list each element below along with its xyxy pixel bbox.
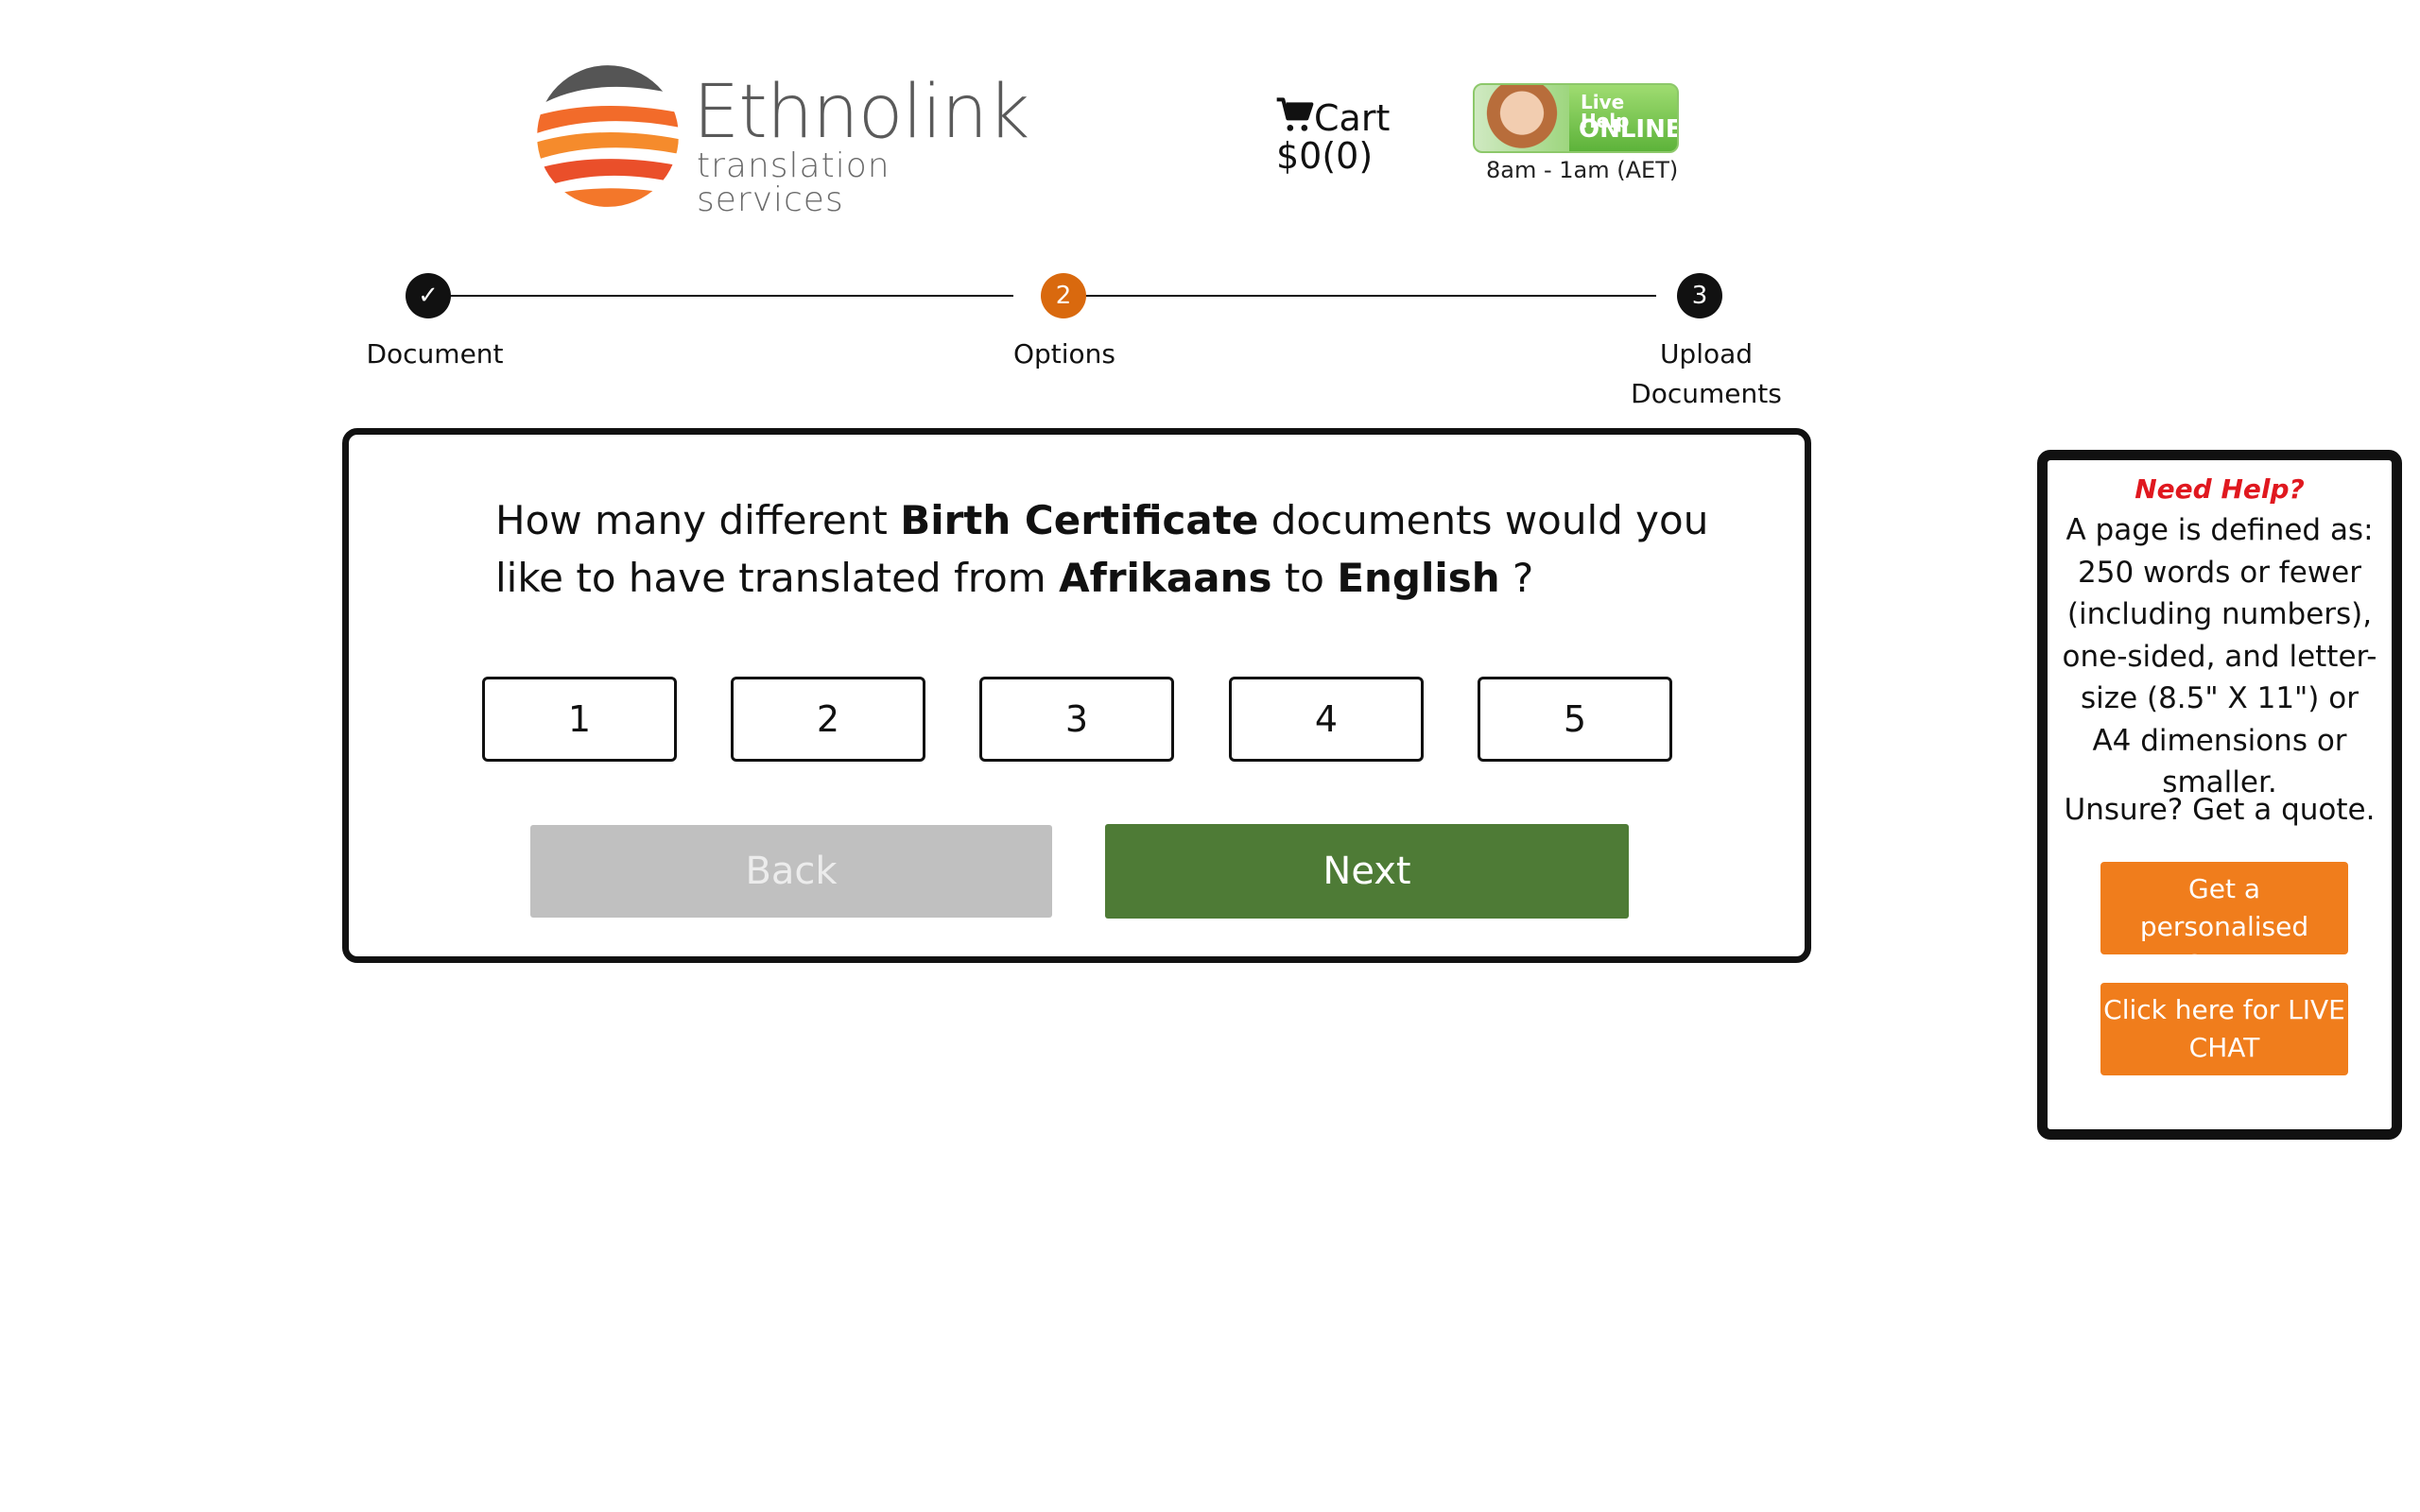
cart-link[interactable]: Cart $0(0) <box>1274 96 1407 181</box>
choice-button-2[interactable]: 2 <box>731 677 925 762</box>
choice-button-4[interactable]: 4 <box>1229 677 1424 762</box>
document-type: Birth Certificate <box>900 497 1259 543</box>
source-language: Afrikaans <box>1059 555 1272 601</box>
support-agent-avatar-icon <box>1475 85 1569 151</box>
shopping-cart-icon <box>1276 97 1314 131</box>
question-suffix: ? <box>1499 555 1534 601</box>
choice-button-3[interactable]: 3 <box>979 677 1174 762</box>
step-3-indicator: 3 <box>1677 273 1722 318</box>
site-logo[interactable]: Ethnolink translation services <box>534 62 1029 219</box>
step-3-label: Upload Documents <box>1631 338 1782 409</box>
question-text: How many different Birth Certificate doc… <box>495 491 1781 607</box>
step-1-label: Document <box>366 338 504 369</box>
brand-tagline: translation services <box>697 146 890 219</box>
help-panel: Need Help? A page is defined as: 250 wor… <box>2037 450 2402 1140</box>
live-help-widget[interactable]: Live Help ONLINE 8am - 1am (AET) <box>1473 83 1681 187</box>
ethnolink-logo-icon <box>537 65 679 207</box>
step-2-indicator: 2 <box>1041 273 1086 318</box>
choice-button-1[interactable]: 1 <box>482 677 677 762</box>
question-card: How many different Birth Certificate doc… <box>342 428 1811 963</box>
progress-stepper: ✓ 2 3 Document Options Upload Documents <box>359 268 1796 429</box>
cart-label: Cart <box>1314 97 1391 139</box>
live-help-badge[interactable]: Live Help ONLINE <box>1473 83 1679 153</box>
step-1-indicator: ✓ <box>406 273 451 318</box>
live-help-hours: 8am - 1am (AET) <box>1486 157 1679 183</box>
check-icon: ✓ <box>418 282 439 310</box>
get-quote-button[interactable]: Get a personalised Quote <box>2100 862 2348 980</box>
step-2-label: Options <box>1012 338 1116 369</box>
question-prefix: How many different <box>495 497 901 543</box>
step-connector <box>427 295 1013 297</box>
brand-name: Ethnolink <box>693 70 1029 155</box>
target-language: English <box>1337 555 1500 601</box>
next-button[interactable]: Next <box>1105 824 1629 919</box>
live-chat-button[interactable]: Click here for LIVE CHAT <box>2100 983 2348 1075</box>
step-connector <box>1063 295 1656 297</box>
help-unsure-text: Unsure? Get a quote. <box>2064 793 2376 827</box>
cart-amount: $0(0) <box>1276 135 1374 177</box>
choice-button-5[interactable]: 5 <box>1478 677 1672 762</box>
help-heading: Need Help? <box>2135 473 2305 505</box>
live-help-status: ONLINE <box>1579 115 1679 144</box>
help-description: A page is defined as: 250 words or fewer… <box>2062 513 2377 799</box>
question-to: to <box>1271 555 1338 601</box>
back-button[interactable]: Back <box>530 825 1052 918</box>
